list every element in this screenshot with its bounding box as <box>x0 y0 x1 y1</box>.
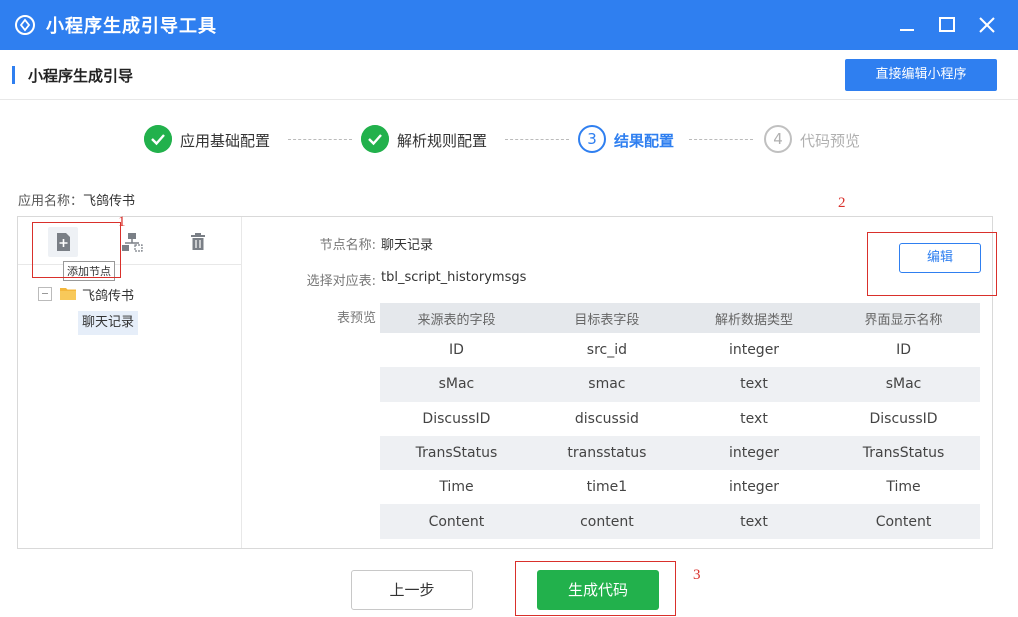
annotation-box-3 <box>515 561 676 616</box>
table-cell: Content <box>380 504 533 539</box>
preview-table: 来源表的字段 目标表字段 解析数据类型 界面显示名称 ID src_id int… <box>380 303 980 539</box>
column-header: 来源表的字段 <box>380 303 533 333</box>
column-header: 目标表字段 <box>532 303 681 333</box>
table-row: TransStatus transstatus integer TransSta… <box>380 435 980 471</box>
annotation-number-2: 2 <box>838 195 846 211</box>
table-cell: smac <box>532 367 681 402</box>
column-header: 界面显示名称 <box>827 303 980 333</box>
annotation-number-1: 1 <box>118 214 126 230</box>
step-label: 应用基础配置 <box>180 132 271 150</box>
table-cell: sMac <box>380 367 533 402</box>
window-title: 小程序生成引导工具 <box>46 16 217 37</box>
table-cell: TransStatus <box>380 435 533 471</box>
config-panel: 添加节点 飞鸽传书 聊天记录 节点名称: 聊天记录 选择对应表: tbl_scr… <box>17 216 993 549</box>
table-select-label: 选择对应表: <box>306 274 376 289</box>
page-title: 小程序生成引导 <box>28 67 134 85</box>
step-label: 代码预览 <box>800 132 861 150</box>
table-row: Time time1 integer Time <box>380 470 980 504</box>
tree-structure-icon[interactable] <box>117 227 147 257</box>
table-cell: sMac <box>827 367 980 402</box>
table-cell: text <box>680 504 828 539</box>
column-header: 解析数据类型 <box>680 303 828 333</box>
table-cell: integer <box>680 435 828 471</box>
table-cell: integer <box>728 342 780 359</box>
table-cell: text <box>680 367 828 402</box>
minimize-icon[interactable] <box>892 10 922 40</box>
close-icon[interactable] <box>972 10 1002 40</box>
table-cell: src_id <box>586 342 628 359</box>
title-bar: 小程序生成引导工具 <box>0 0 1018 50</box>
table-preview-label: 表预览 <box>336 311 376 326</box>
annotation-box-1 <box>32 222 121 278</box>
step-connector <box>689 139 753 140</box>
table-row: Content content text Content <box>380 504 980 539</box>
app-name-label: 应用名称： <box>18 194 84 209</box>
tree-root-label: 飞鸽传书 <box>82 289 135 304</box>
page-header: 小程序生成引导 直接编辑小程序 <box>0 50 1018 100</box>
table-row: ID src_id integer ID <box>380 333 980 367</box>
step-connector <box>288 139 352 140</box>
trash-icon[interactable] <box>183 227 213 257</box>
step-number: 3 <box>578 125 606 153</box>
table-cell: Time <box>886 479 921 496</box>
tree-node-chat-history[interactable]: 聊天记录 <box>78 311 139 335</box>
check-icon <box>144 125 172 153</box>
app-name-value: 飞鸽传书 <box>83 194 136 209</box>
table-cell: time1 <box>586 479 628 496</box>
step-label: 结果配置 <box>614 132 675 150</box>
table-cell: ID <box>448 342 464 359</box>
maximize-icon[interactable] <box>932 10 962 40</box>
table-cell: ID <box>896 342 911 359</box>
table-cell: content <box>532 504 681 539</box>
annotation-number-3: 3 <box>693 567 701 583</box>
table-cell: integer <box>728 479 780 496</box>
table-cell: Time <box>439 479 474 496</box>
step-label: 解析规则配置 <box>397 132 488 150</box>
app-name-row: 应用名称：飞鸽传书 <box>18 190 135 209</box>
edit-miniprogram-button[interactable]: 直接编辑小程序 <box>845 59 997 91</box>
table-cell: discussid <box>574 410 639 427</box>
title-accent-bar <box>12 66 15 84</box>
table-select-value[interactable]: tbl_script_historymsgs <box>381 270 526 285</box>
folder-icon <box>60 288 76 300</box>
annotation-box-2 <box>867 232 997 296</box>
table-cell: text <box>740 410 768 427</box>
node-name-label: 节点名称: <box>319 238 376 253</box>
table-row: sMac smac text sMac <box>380 367 980 402</box>
app-logo-icon <box>15 15 35 35</box>
previous-step-button[interactable]: 上一步 <box>351 570 473 610</box>
table-cell: DiscussID <box>869 410 938 427</box>
check-icon <box>361 125 389 153</box>
table-cell: DiscussID <box>422 410 491 427</box>
table-cell: Content <box>827 504 980 539</box>
step-connector <box>505 139 569 140</box>
table-cell: TransStatus <box>827 435 980 471</box>
node-name-value: 聊天记录 <box>381 238 434 253</box>
table-header-row: 来源表的字段 目标表字段 解析数据类型 界面显示名称 <box>380 303 980 333</box>
collapse-toggle-icon[interactable] <box>38 287 52 301</box>
table-row: DiscussID discussid text DiscussID <box>380 402 980 436</box>
table-cell: transstatus <box>532 435 681 471</box>
step-number: 4 <box>764 125 792 153</box>
